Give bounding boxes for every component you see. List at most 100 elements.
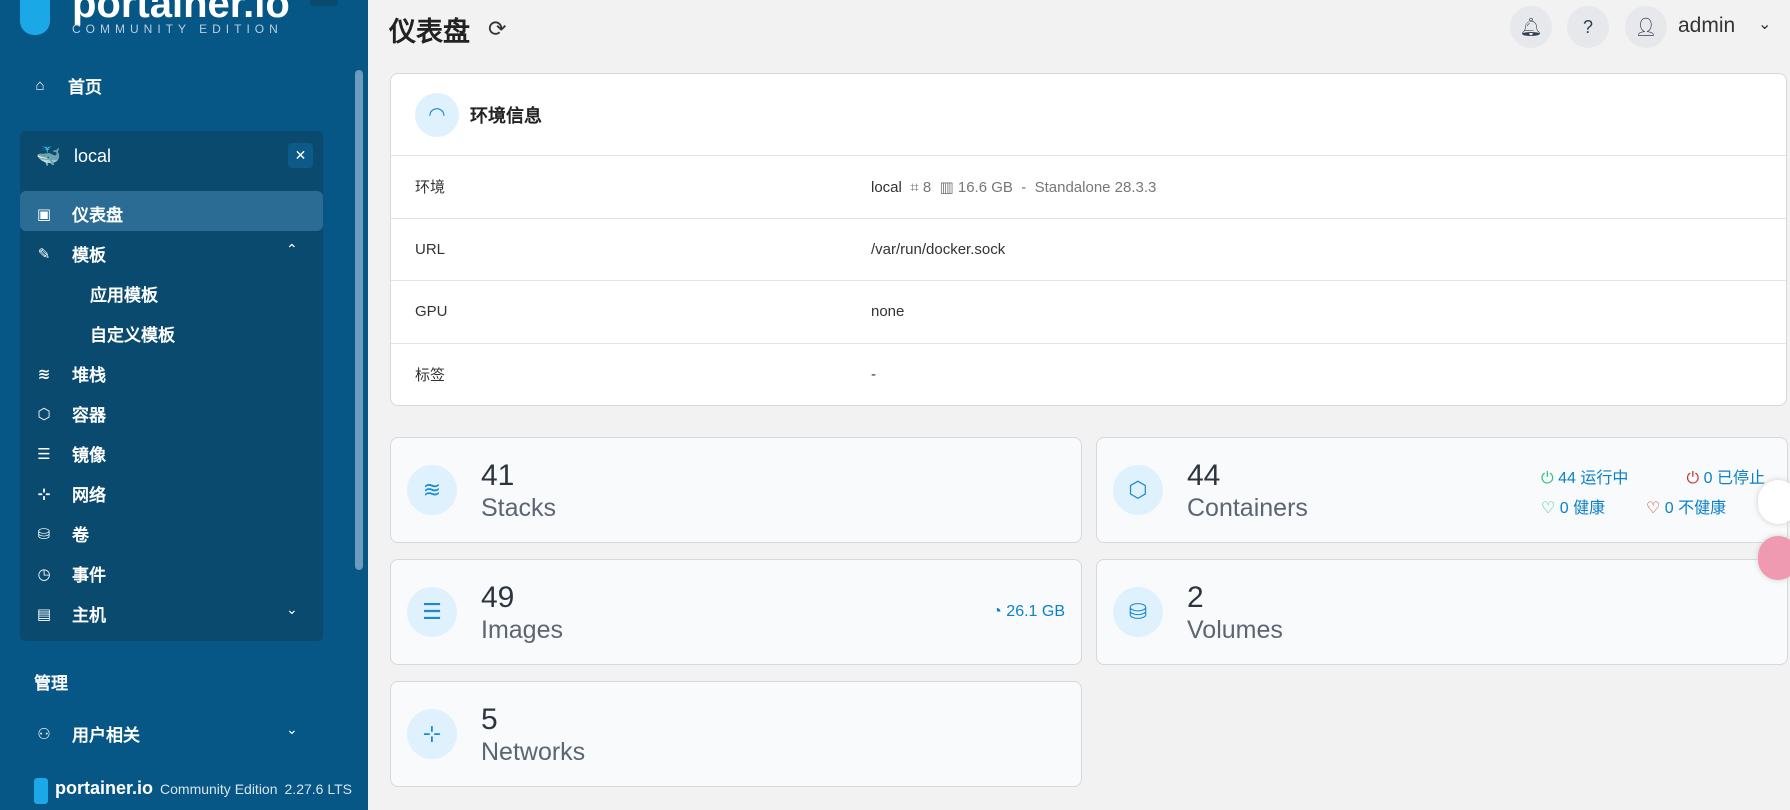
host-icon: ▤ (36, 605, 52, 623)
sidebar: portainer.io COMMUNITY EDITION ⌂ 首页 🐳 local… (0, 0, 368, 810)
pie-chart-icon: ◔ (992, 603, 1002, 620)
label: 首页 (68, 78, 102, 97)
home-icon: ⌂ (35, 77, 45, 94)
sidebar-item-events[interactable]: ◷ 事件 (34, 561, 106, 586)
sidebar-item-templates[interactable]: ✎ 模板 (34, 241, 106, 266)
sidebar-item-stacks[interactable]: ≋ 堆栈 (34, 361, 106, 386)
layout-icon: ▣ (36, 205, 52, 223)
label: 用户相关 (72, 726, 140, 745)
label: 事件 (72, 566, 106, 585)
count: 49 (481, 580, 515, 614)
logo-subtext: COMMUNITY EDITION (72, 22, 283, 36)
footer-brand: portainer.io (55, 778, 154, 798)
card-title: 环境信息 (470, 105, 542, 126)
sidebar-item-app-templates[interactable]: 应用模板 (90, 281, 158, 306)
healthy-status: ♡ 0 健康 (1541, 500, 1606, 517)
row-key: GPU (415, 303, 448, 321)
label: Networks (481, 737, 586, 766)
sidebar-item-containers[interactable]: ⬡ 容器 (34, 401, 106, 426)
cpu-icon: ⌗ (910, 178, 919, 196)
portainer-icon (34, 778, 48, 804)
row-value: local ⌗ 8 ▥ 16.6 GB - Standalone 28.3.3 (871, 178, 1157, 196)
box-icon: ⬡ (1113, 465, 1163, 515)
chevron-down-icon[interactable]: ⌄ (1758, 14, 1771, 34)
stopped-status: ⏻ 0 已停止 (1686, 470, 1765, 487)
sidebar-item-volumes[interactable]: ⛁ 卷 (34, 521, 89, 546)
edit-icon: ✎ (37, 245, 51, 263)
sidebar-item-host[interactable]: ▤ 主机 (34, 601, 106, 626)
translate-widget-icon[interactable] (1758, 536, 1790, 580)
row-key: URL (415, 240, 446, 258)
env-label: local (74, 146, 112, 166)
info-row: 标签 - (391, 344, 1786, 407)
network-icon: ⊹ (37, 485, 51, 503)
label: 主机 (72, 606, 106, 625)
images-size: ◔ 26.1 GB (992, 603, 1065, 620)
label: 卷 (72, 526, 89, 545)
sidebar-item-home[interactable]: ⌂ 首页 (30, 73, 102, 98)
user-avatar[interactable]: 👤︎ (1625, 6, 1667, 48)
containers-card[interactable]: ⬡ 44 Containers ⏻ 44 运行中 ⏻ 0 已停止 ♡ 0 健康 ♡ 0… (1096, 437, 1788, 543)
label: 容器 (72, 406, 106, 425)
row-key: 标签 (415, 367, 446, 385)
help-icon: ? (1582, 16, 1593, 37)
section-admin: 管理 (34, 669, 68, 694)
sidebar-item-images[interactable]: ☰ 镜像 (34, 441, 106, 466)
count: 2 (1187, 580, 1204, 614)
running-status: ⏻ 44 运行中 (1541, 470, 1629, 487)
stacks-card[interactable]: ≋ 41 Stacks (390, 437, 1082, 543)
label: Volumes (1187, 615, 1283, 644)
row-value: /var/run/docker.sock (871, 240, 1006, 258)
portainer-logo[interactable]: portainer.io COMMUNITY EDITION (20, 0, 290, 36)
count: 44 (1187, 458, 1221, 492)
user-menu[interactable]: admin (1678, 14, 1735, 38)
sidebar-item-custom-templates[interactable]: 自定义模板 (90, 321, 175, 346)
row-value: - (871, 366, 876, 384)
info-row: URL/var/run/docker.sock (391, 219, 1786, 281)
volumes-card[interactable]: ⛁ 2 Volumes (1096, 559, 1788, 665)
chevron-down-icon[interactable]: ⌄ (286, 601, 298, 618)
gauge-icon: ◠ (415, 92, 459, 137)
footer-edition: Community Edition (160, 781, 278, 797)
unhealthy-status: ♡ 0 不健康 (1646, 500, 1727, 517)
network-icon: ⊹ (407, 709, 457, 759)
collapse-sidebar-button[interactable] (310, 0, 338, 6)
info-row: 环境 local ⌗ 8 ▥ 16.6 GB - Standalone 28.3.… (391, 156, 1786, 219)
chevron-up-icon[interactable]: ⌃ (286, 241, 298, 258)
list-icon: ☰ (407, 587, 457, 637)
layers-icon: ≋ (407, 465, 457, 515)
refresh-icon[interactable]: ⟳ (488, 16, 506, 42)
label: 镜像 (72, 446, 106, 465)
users-icon: ⚇ (37, 725, 51, 743)
help-button[interactable]: ? (1567, 6, 1609, 48)
clock-icon: ◷ (37, 565, 51, 583)
chevron-down-icon[interactable]: ⌄ (286, 721, 298, 738)
label: 堆栈 (72, 366, 106, 385)
database-icon: ⛁ (1113, 587, 1163, 637)
label: Images (481, 615, 563, 644)
label: 自定义模板 (90, 326, 175, 345)
sidebar-scrollbar[interactable] (355, 70, 363, 570)
database-icon: ⛁ (37, 525, 51, 543)
label: 管理 (34, 674, 68, 693)
label: 网络 (72, 486, 106, 505)
label: 应用模板 (90, 286, 158, 305)
apps-widget-icon[interactable] (1758, 480, 1790, 524)
logo-icon (20, 0, 50, 35)
sidebar-item-dashboard[interactable]: ▣ 仪表盘 (34, 201, 123, 226)
row-key: 环境 (415, 179, 446, 197)
notifications-button[interactable]: 🔔︎ (1510, 6, 1552, 48)
close-environment-button[interactable]: ✕ (288, 143, 313, 168)
footer: portainer.io Community Edition 2.27.6 LT… (34, 778, 352, 804)
box-icon: ⬡ (37, 405, 51, 423)
heart-icon: ♡ (1541, 500, 1556, 517)
networks-card[interactable]: ⊹ 5 Networks (390, 681, 1082, 787)
heart-icon: ♡ (1646, 500, 1661, 517)
user-icon: 👤︎ (1634, 16, 1658, 37)
memory-icon: ▥ (939, 178, 954, 196)
sidebar-item-users[interactable]: ⚇ 用户相关 (34, 721, 140, 746)
power-icon: ⏻ (1541, 470, 1554, 487)
images-card[interactable]: ☰ 49 Images ◔ 26.1 GB (390, 559, 1082, 665)
label: 仪表盘 (72, 206, 123, 225)
sidebar-item-networks[interactable]: ⊹ 网络 (34, 481, 106, 506)
